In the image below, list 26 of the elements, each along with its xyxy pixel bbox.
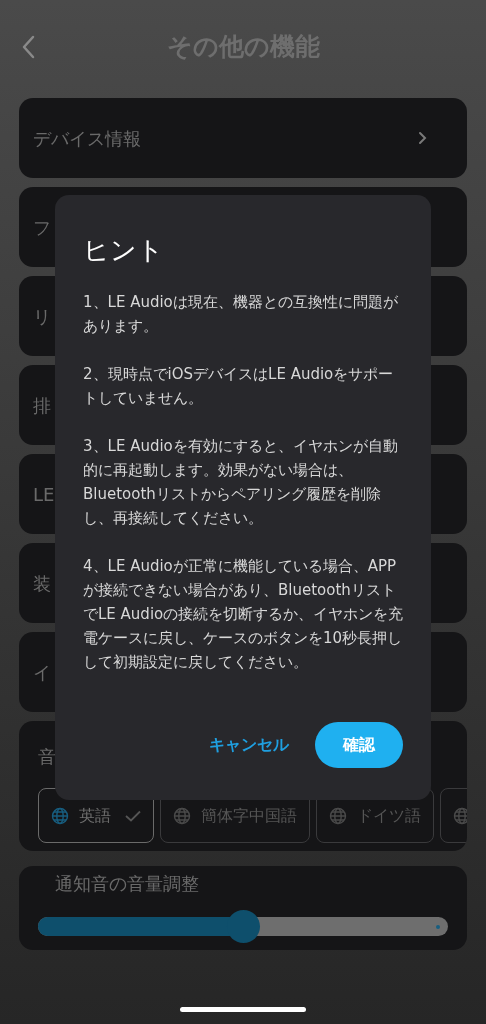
confirm-button[interactable]: 確認	[315, 722, 403, 768]
row-label: リ	[33, 304, 51, 329]
dialog-title: ヒント	[83, 235, 164, 265]
globe-icon	[329, 806, 347, 825]
hint-paragraph: 1、LE Audioは現在、機器との互換性に問題があります。	[83, 292, 399, 337]
hint-paragraph: 4、LE Audioが正常に機能している場合、APPが接続できない場合があり、BluetoothリストでLE Audioの接続を切断するか、イヤホンを充電ケースに戻し、ケースのボタンを10秒長押しして初期設定に戻してください。	[83, 556, 405, 673]
slider-thumb[interactable]	[227, 910, 260, 943]
globe-icon	[51, 806, 69, 825]
hint-paragraph: 2、現時点でiOSデバイスはLE Audioをサポートしていません。	[83, 364, 395, 409]
globe-icon	[453, 806, 467, 825]
globe-icon	[173, 806, 191, 825]
row-label: LE	[33, 482, 55, 507]
row-label: 装	[33, 571, 51, 596]
row-label: 音	[38, 746, 56, 767]
row-label: デバイス情報	[33, 126, 141, 151]
slider-label: 通知音の音量調整	[55, 873, 199, 894]
check-icon	[125, 809, 141, 822]
chevron-right-icon	[418, 131, 427, 145]
row-label: イ	[33, 660, 51, 685]
cancel-button[interactable]: キャンセル	[209, 733, 289, 757]
back-icon[interactable]	[21, 35, 35, 59]
settings-row[interactable]: デバイス情報	[19, 98, 467, 178]
volume-slider[interactable]	[38, 910, 448, 943]
row-label: フ	[33, 215, 51, 240]
hint-paragraph: 3、LE Audioを有効にすると、イヤホンが自動的に再起動します。効果がない場合は、Bluetoothリストからペアリング履歴を削除し、再接続してください。	[83, 436, 399, 529]
row-label: 排	[33, 393, 51, 418]
